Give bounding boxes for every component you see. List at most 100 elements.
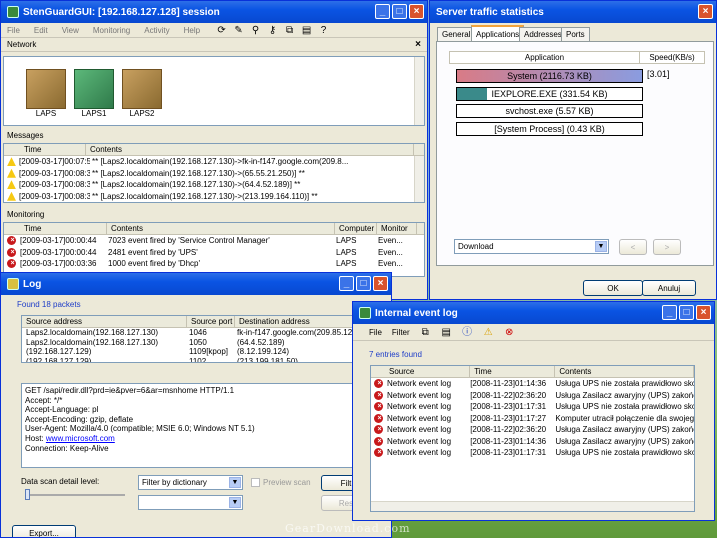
menu-monitoring[interactable]: Monitoring [93, 26, 130, 35]
event-header-contents[interactable]: Contents [555, 366, 694, 377]
event-row[interactable]: × Network event log [2008-11-22]02:36:20 Us… [371, 390, 694, 402]
event-hscrollbar[interactable] [371, 501, 694, 511]
ok-button[interactable]: OK [583, 280, 643, 296]
info-icon[interactable]: ⓘ [462, 327, 473, 338]
tab-general[interactable]: General [437, 27, 476, 41]
monitoring-header-computer[interactable]: Computer [335, 223, 377, 234]
packets-header-source[interactable]: Source address [22, 316, 187, 327]
event-row[interactable]: × Network event log [2008-11-23]01:14:36 Us… [371, 378, 694, 390]
main-title: StenGuardGUI: [192.168.127.128] session [23, 6, 220, 18]
menu-file[interactable]: File [7, 26, 20, 35]
event-row[interactable]: × Network event log [2008-11-22]02:36:20 Us… [371, 424, 694, 436]
network-scrollbar[interactable] [414, 57, 424, 125]
computer-laps[interactable]: LAPS [24, 69, 68, 118]
monitoring-row[interactable]: × [2009-03-17]00:03:36 1000 event fired by… [4, 258, 424, 270]
log-maximize-button[interactable]: □ [356, 276, 371, 291]
packets-header-destination[interactable]: Destination address [235, 316, 360, 327]
help-icon[interactable]: ? [318, 25, 329, 36]
next-button[interactable]: > [653, 239, 681, 255]
message-contents: ** [Laps2.localdomain(192.168.127.130)->… [92, 157, 349, 167]
error-icon[interactable]: ⊗ [504, 327, 515, 338]
paste-icon[interactable]: ▤ [301, 25, 312, 36]
messages-scrollbar[interactable] [414, 156, 424, 202]
monitoring-header-time[interactable]: Time [4, 223, 107, 234]
traffic-close-button[interactable]: × [698, 4, 713, 19]
traffic-dropdown[interactable]: Download ▼ [454, 239, 609, 254]
main-titlebar[interactable]: StenGuardGUI: [192.168.127.128] session … [1, 1, 427, 23]
minimize-button[interactable]: _ [375, 4, 390, 19]
refresh-icon[interactable]: ⟳ [216, 25, 227, 36]
apps-header-application[interactable]: Application [450, 52, 640, 63]
menu-view[interactable]: View [62, 26, 79, 35]
packet-row[interactable]: (192.168.127.129) 1109[kpop] (8.12.199.124… [22, 347, 360, 357]
event-menu-filter[interactable]: Filter [392, 328, 410, 337]
paste-icon[interactable]: ▤ [441, 327, 452, 338]
app-bar[interactable]: [System Process] (0.43 KB) [456, 121, 643, 136]
event-minimize-button[interactable]: _ [662, 305, 677, 320]
event-menu-file[interactable]: File [369, 328, 382, 337]
network-close-icon[interactable]: × [415, 39, 421, 50]
packet-row[interactable]: Laps2.localdomain(192.168.127.130) 1050 (6… [22, 338, 360, 348]
packets-header-port[interactable]: Source port [187, 316, 235, 327]
prev-button[interactable]: < [619, 239, 647, 255]
event-row[interactable]: × Network event log [2008-11-23]01:17:27 Ko… [371, 413, 694, 425]
host-link[interactable]: www.microsoft.com [46, 434, 115, 443]
cancel-button[interactable]: Anuluj [642, 280, 696, 296]
event-titlebar[interactable]: Internal event log _ □ × [353, 302, 714, 324]
event-row[interactable]: × Network event log [2008-11-23]01:17:31 Us… [371, 447, 694, 459]
detail-slider[interactable] [25, 489, 125, 500]
copy-icon[interactable]: ⧉ [420, 327, 431, 338]
event-close-button[interactable]: × [696, 305, 711, 320]
packet-row[interactable]: (192.168.127.129) 1102 (213.199.181.50) [22, 357, 360, 362]
event-header-time[interactable]: Time [470, 366, 556, 377]
message-row[interactable]: [2009-03-17]00:07:54 ** [Laps2.localdomai… [4, 156, 424, 168]
edit-icon[interactable]: ✎ [233, 25, 244, 36]
packet-row[interactable]: Laps2.localdomain(192.168.127.130) 1046 fk… [22, 328, 360, 338]
event-row[interactable]: × Network event log [2008-11-23]01:14:36 Us… [371, 436, 694, 448]
apps-header-speed[interactable]: Speed(KB/s) [640, 52, 704, 63]
log-titlebar[interactable]: Log _ □ × [1, 273, 391, 295]
tab-addresses[interactable]: Addresses [519, 27, 567, 41]
event-row[interactable]: × Network event log [2008-11-23]01:17:31 Us… [371, 401, 694, 413]
filter-combo[interactable]: Filter by dictionary ▼ [138, 475, 243, 490]
warning-icon [7, 180, 16, 190]
close-button[interactable]: × [409, 4, 424, 19]
monitoring-row[interactable]: × [2009-03-17]00:00:44 2481 event fired by… [4, 247, 424, 259]
tab-applications[interactable]: Applications [471, 25, 525, 42]
slider-thumb[interactable] [25, 489, 30, 500]
export-button[interactable]: Export... [12, 525, 76, 537]
message-row[interactable]: [2009-03-17]00:08:37 ** [Laps2.localdomai… [4, 179, 424, 191]
app-bar[interactable]: IEXPLORE.EXE (331.54 KB) [456, 86, 643, 101]
log-close-button[interactable]: × [373, 276, 388, 291]
traffic-titlebar[interactable]: Server traffic statistics × [430, 1, 716, 23]
menu-edit[interactable]: Edit [34, 26, 48, 35]
computer-label: LAPS [35, 109, 57, 118]
event-header-source[interactable]: Source [371, 366, 471, 377]
messages-header-time[interactable]: Time [4, 144, 86, 155]
log-window: Log _ □ × Found 18 packets Source addres… [0, 272, 392, 538]
message-row[interactable]: [2009-03-17]00:08:33 ** [Laps2.localdomai… [4, 168, 424, 180]
monitoring-row[interactable]: × [2009-03-17]00:00:44 7023 event fired by… [4, 235, 424, 247]
computer-laps2[interactable]: LAPS2 [120, 69, 164, 118]
warning-icon[interactable]: ⚠ [483, 327, 494, 338]
menu-help[interactable]: Help [184, 26, 200, 35]
monitoring-header-monitor[interactable]: Monitor [377, 223, 417, 234]
tab-ports[interactable]: Ports [561, 27, 590, 41]
messages-header-contents[interactable]: Contents [86, 144, 414, 155]
copy-icon[interactable]: ⧉ [284, 25, 295, 36]
app-bar[interactable]: System (2116.73 KB) [456, 69, 643, 83]
menu-activity[interactable]: Activity [144, 26, 169, 35]
pin-icon[interactable]: ⚲ [250, 25, 261, 36]
app-bar[interactable]: svchost.exe (5.57 KB) [456, 104, 643, 118]
packet-line: Accept-Language: pl [25, 405, 99, 415]
key-icon[interactable]: ⚷ [267, 25, 278, 36]
event-contents: Usługa UPS nie została prawidłowo skoń [555, 379, 694, 389]
maximize-button[interactable]: □ [392, 4, 407, 19]
log-minimize-button[interactable]: _ [339, 276, 354, 291]
event-maximize-button[interactable]: □ [679, 305, 694, 320]
computer-laps1[interactable]: LAPS1 [72, 69, 116, 118]
filter-value-combo[interactable]: ▼ [138, 495, 243, 510]
preview-checkbox[interactable]: Preview scan [251, 478, 311, 487]
message-row[interactable]: [2009-03-17]00:08:38 ** [Laps2.localdomai… [4, 191, 424, 203]
monitoring-header-contents[interactable]: Contents [107, 223, 335, 234]
